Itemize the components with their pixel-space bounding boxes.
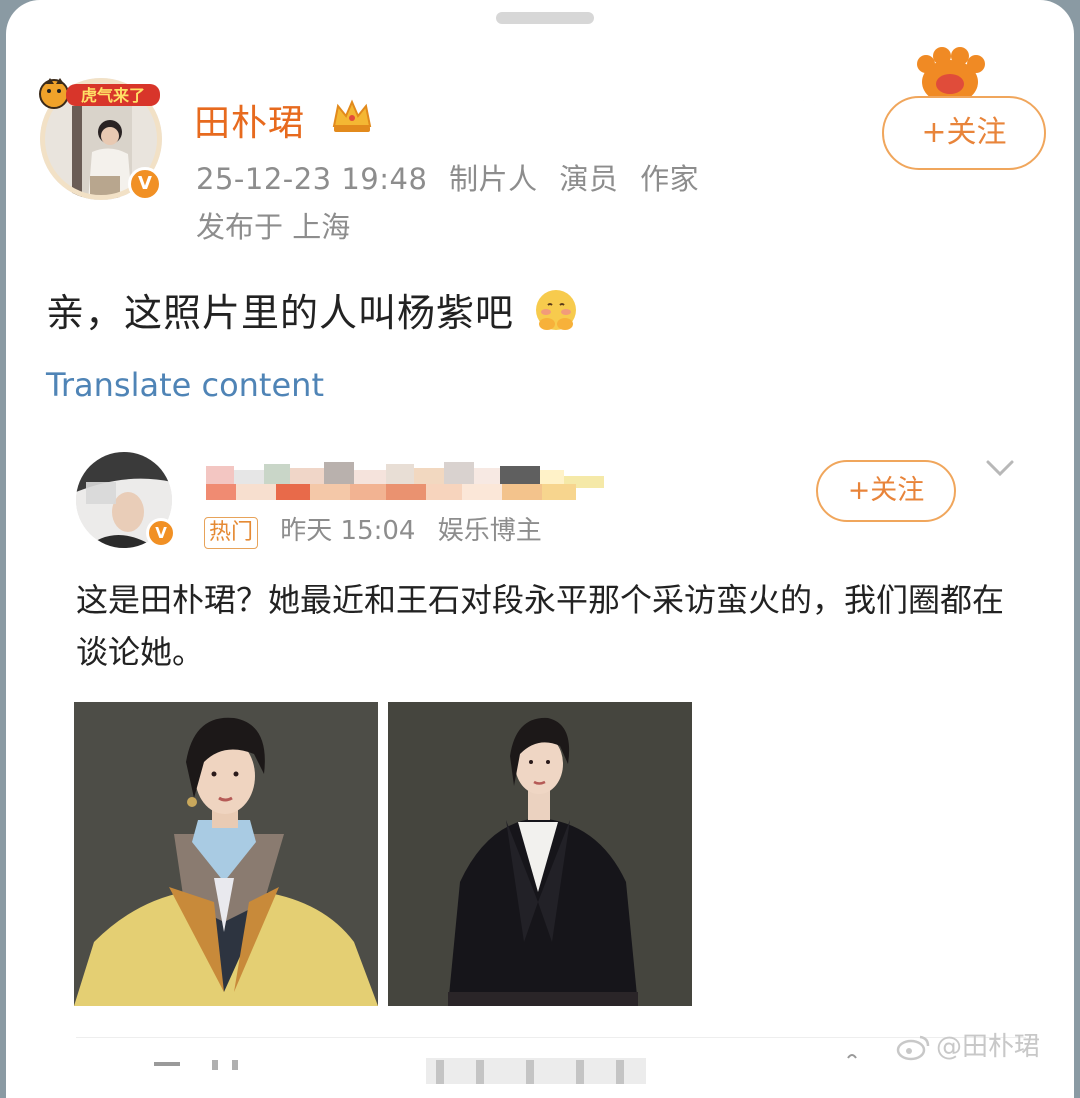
post-location: 发布于 上海	[196, 210, 351, 244]
verified-badge-icon: V	[128, 167, 162, 201]
photo-black-suit-image	[388, 702, 692, 1006]
watermark-text: @田朴珺	[936, 1032, 1041, 1062]
repost-author-name-pixelated	[206, 462, 604, 500]
weibo-watermark: @田朴珺	[896, 1026, 1040, 1063]
photo-yellow-coat-image	[74, 702, 378, 1006]
repost-meta: 热门 昨天 15:04 娱乐博主	[204, 510, 542, 549]
verified-badge-icon: V	[146, 518, 176, 548]
hot-tag: 热门	[204, 517, 259, 549]
repost-follow-button[interactable]: +关注	[816, 460, 956, 522]
author-tag: 作家	[640, 162, 700, 196]
chevron-down-icon[interactable]	[984, 458, 1016, 480]
post-photo[interactable]	[388, 702, 692, 1006]
author-tag: 演员	[559, 162, 619, 196]
repost-timestamp: 昨天 15:04	[280, 516, 416, 546]
repost-author-role: 娱乐博主	[437, 516, 542, 546]
reposted-post[interactable]: V 热门 昨天 15:04 娱乐博主 +关注 这是田朴珺？她最近和王石对段永平那…	[6, 440, 1074, 1098]
repost-text: 这是田朴珺？她最近和王石对段永平那个采访蛮火的，我们圈都在谈论她。	[76, 581, 1005, 671]
crown-icon	[332, 99, 372, 132]
tiger-sticker-icon: 虎气来了	[39, 78, 160, 109]
post-text: 亲，这照片里的人叫杨紫吧	[46, 291, 515, 335]
follow-button[interactable]: +关注	[882, 96, 1046, 170]
author-tag: 制片人	[449, 162, 538, 196]
post-photo[interactable]	[74, 702, 378, 1006]
post-body: 亲，这照片里的人叫杨紫吧	[46, 282, 581, 337]
post-meta: 25-12-23 19:48 制片人 演员 作家	[196, 156, 711, 198]
weibo-logo-icon	[896, 1035, 930, 1061]
svg-text:虎气来了: 虎气来了	[797, 81, 888, 119]
author-name[interactable]: 田朴珺	[194, 94, 305, 146]
post-card: 虎气来了 V 田朴珺 25-12-23 19:48 制片人 演员 作家 发布于 …	[6, 0, 1074, 1098]
shy-face-emoji-icon	[536, 290, 577, 330]
sheet-grabber[interactable]	[496, 12, 594, 24]
svg-text:虎气来了: 虎气来了	[81, 86, 145, 105]
translate-link[interactable]: Translate content	[46, 366, 324, 404]
post-timestamp: 25-12-23 19:48	[196, 162, 428, 196]
